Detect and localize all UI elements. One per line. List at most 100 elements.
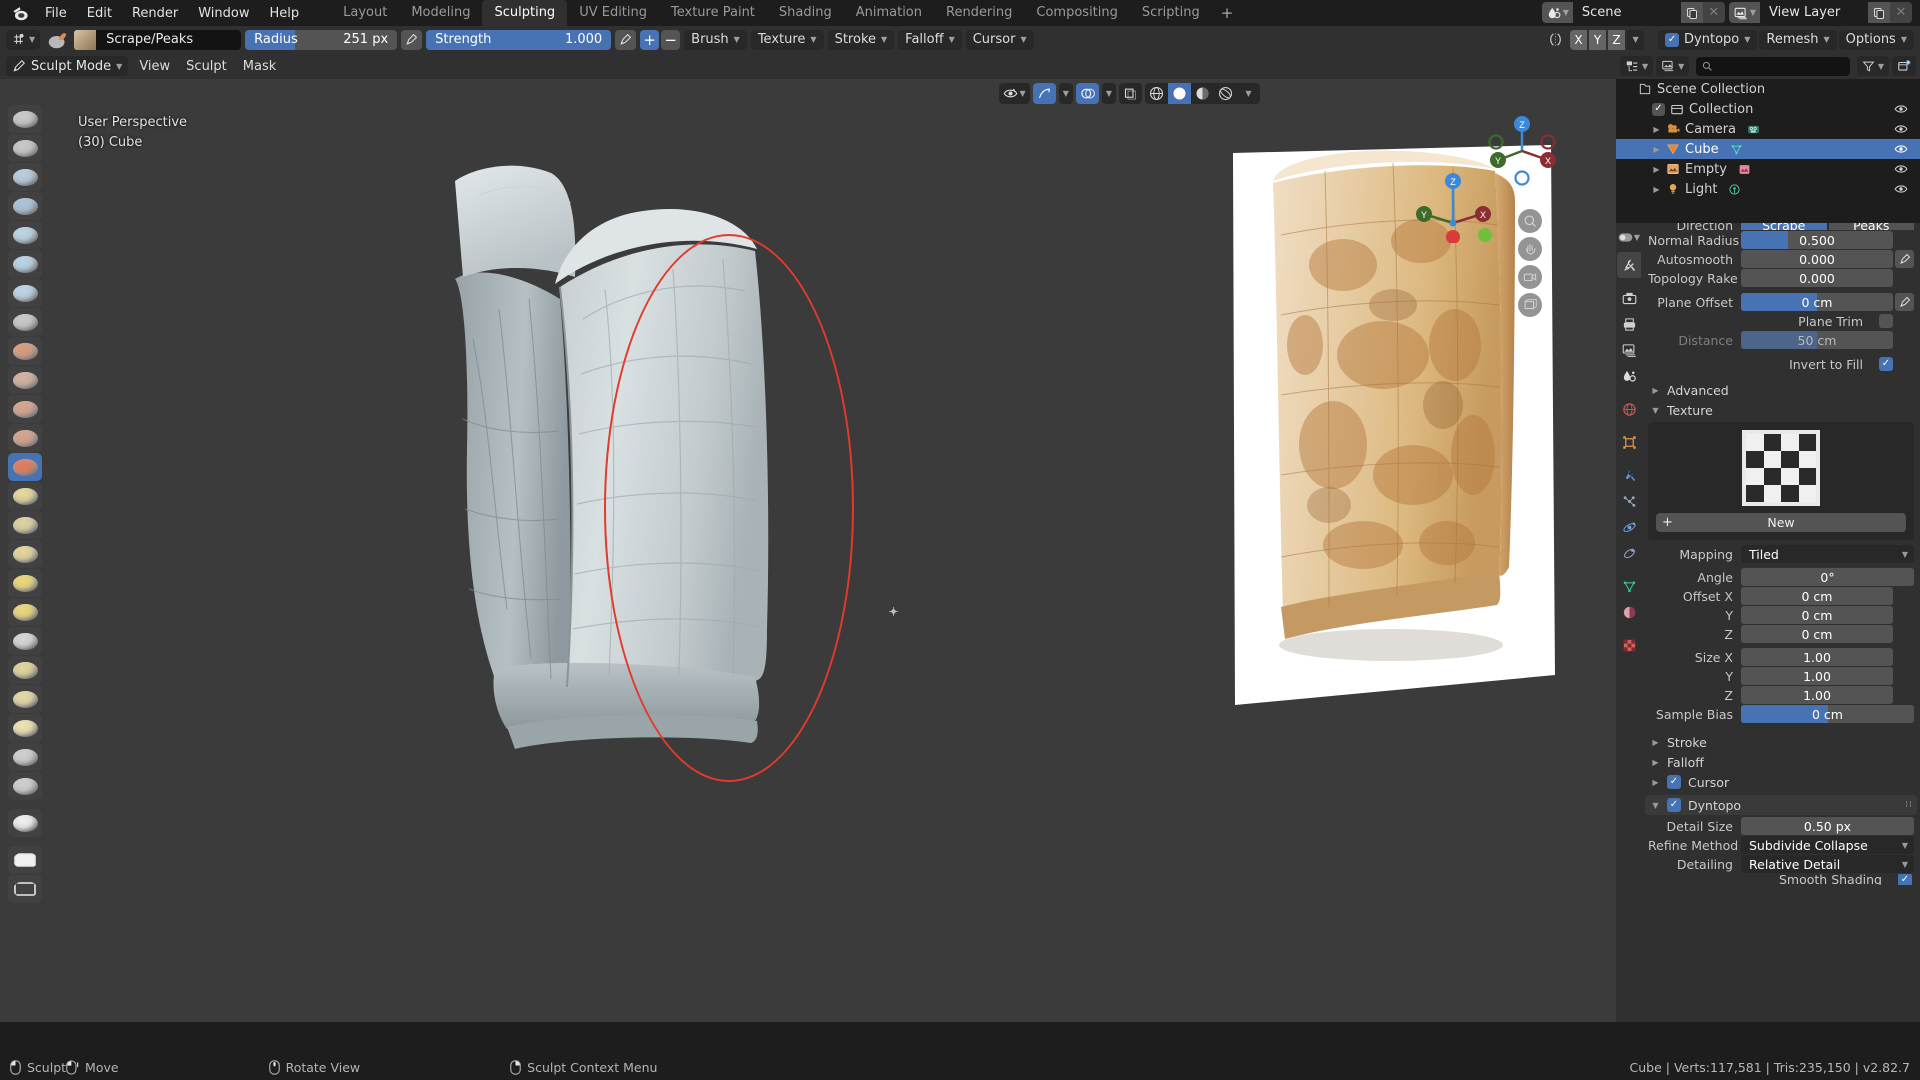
symmetry-axis-y[interactable]: Y (1589, 29, 1607, 50)
zoom-view-button[interactable] (1518, 209, 1542, 233)
cursor-panel-header[interactable]: ▶ ✓ Cursor (1648, 772, 1914, 792)
options-menu[interactable]: Options ▼ (1838, 29, 1914, 50)
modifier-properties-tab[interactable] (1617, 462, 1641, 488)
editor-type-icon[interactable]: ▼ (1617, 225, 1641, 249)
texture-offset-y-row[interactable]: Y 0 cm (1648, 606, 1914, 624)
scene-selector[interactable]: ▼ Scene ✕ (1541, 2, 1725, 23)
visibility-eye-icon[interactable] (1894, 162, 1908, 176)
physics-properties-tab[interactable] (1617, 514, 1641, 540)
world-properties-tab[interactable] (1617, 396, 1641, 422)
outliner-row-cube[interactable]: ▶ Cube (1616, 139, 1920, 159)
topology-rake-field[interactable]: 0.000 (1741, 269, 1893, 287)
workspace-tab-modeling[interactable]: Modeling (399, 0, 482, 26)
new-view-layer-button[interactable] (1868, 2, 1890, 23)
menu-render[interactable]: Render (122, 3, 188, 24)
plane-trim-row[interactable]: Plane Trim (1648, 312, 1914, 330)
object-types-visibility-icon[interactable]: ▼ (998, 83, 1030, 104)
workspace-tab-rendering[interactable]: Rendering (934, 0, 1024, 26)
xray-icon[interactable] (1119, 83, 1142, 104)
outliner-row-collection[interactable]: ✓ Collection (1616, 99, 1920, 119)
gizmo-chevron-down-icon[interactable]: ▼ (1058, 83, 1073, 104)
gizmo-icon[interactable] (1032, 83, 1056, 104)
camera-data-icon[interactable] (1747, 123, 1760, 136)
invert-to-fill-checkbox[interactable]: ✓ (1879, 357, 1893, 371)
topology-rake-row[interactable]: Topology Rake 0.000 (1648, 269, 1914, 287)
radius-slider[interactable]: Radius 251 px (245, 29, 398, 50)
menu-window[interactable]: Window (188, 3, 259, 24)
collection-exclude-checkbox[interactable]: ✓ (1652, 102, 1665, 116)
workspace-tab-compositing[interactable]: Compositing (1024, 0, 1130, 26)
tool-mask-brush[interactable] (8, 809, 42, 837)
direction-peaks-option[interactable]: Peaks (1828, 223, 1914, 230)
tool-nudge-brush[interactable] (8, 685, 42, 713)
brush-cursor-icon[interactable] (44, 29, 70, 50)
tool-fill-brush[interactable] (8, 424, 42, 452)
outliner-row-scene-collection[interactable]: Scene Collection (1616, 79, 1920, 99)
menu-cursor[interactable]: Cursor ▼ (965, 29, 1034, 50)
rendered-shading-button[interactable] (1214, 83, 1237, 104)
new-texture-button[interactable]: + New (1656, 513, 1906, 532)
sample-bias-field[interactable]: 0 cm (1741, 705, 1914, 723)
angle-row[interactable]: Angle 0° (1648, 568, 1914, 586)
overlays-chevron-down-icon[interactable]: ▼ (1101, 83, 1116, 104)
viewport-menu-sculpt[interactable]: Sculpt (178, 57, 235, 76)
transform-gizmo[interactable]: Z X Y (1413, 163, 1493, 243)
new-collection-icon[interactable] (1892, 56, 1916, 76)
scene-name[interactable]: Scene (1572, 2, 1681, 23)
dyntopo-checkbox[interactable]: ✓ (1665, 32, 1680, 47)
tool-clay-thumb-brush[interactable] (8, 221, 42, 249)
tool-simplify-brush[interactable] (8, 772, 42, 800)
viewport-menu-view[interactable]: View (131, 57, 178, 76)
shading-chevron-down-icon[interactable]: ▼ (1237, 83, 1260, 104)
detail-size-row[interactable]: Detail Size 0.50 px (1648, 817, 1914, 835)
detailing-row[interactable]: Detailing Relative Detail ▼ (1648, 855, 1914, 873)
sample-bias-row[interactable]: Sample Bias 0 cm (1648, 705, 1914, 723)
refine-method-dropdown[interactable]: Subdivide Collapse ▼ (1741, 836, 1914, 854)
tool-draw-brush[interactable] (8, 105, 42, 133)
symmetry-axis-x[interactable]: X (1570, 29, 1588, 50)
smooth-shading-row[interactable]: Smooth Shading ✓ (1648, 874, 1914, 885)
tool-grab-brush[interactable] (8, 540, 42, 568)
view-layer-name[interactable]: View Layer (1760, 2, 1868, 23)
texture-offset-z-field[interactable]: 0 cm (1741, 625, 1893, 643)
mesh-data-icon[interactable] (1730, 143, 1743, 156)
navigation-gizmo[interactable]: Z X Y (1485, 114, 1559, 188)
tool-slide-relax-brush[interactable] (8, 743, 42, 771)
snapping-icon[interactable]: ▼ (6, 29, 41, 50)
filter-icon[interactable]: ▼ (1856, 56, 1889, 76)
active-brush-selector[interactable]: Scrape/Peaks (74, 29, 242, 50)
toggle-orthographic-button[interactable] (1518, 293, 1542, 317)
tool-draw-sharp-brush[interactable] (8, 134, 42, 162)
tool-crease-brush[interactable] (8, 337, 42, 365)
material-preview-shading-button[interactable] (1191, 83, 1214, 104)
mapping-row[interactable]: Mapping Tiled ▼ (1648, 545, 1914, 563)
autosmooth-pressure-pen-icon[interactable] (1895, 250, 1914, 268)
tool-scrape-brush[interactable] (8, 453, 42, 481)
menu-stroke[interactable]: Stroke ▼ (827, 29, 895, 50)
texture-preview-box[interactable]: + New (1648, 422, 1914, 540)
symmetry-axis-z[interactable]: Z (1608, 29, 1626, 50)
menu-file[interactable]: File (35, 3, 77, 24)
autosmooth-field[interactable]: 0.000 (1741, 250, 1893, 268)
overlays-icon[interactable] (1075, 83, 1099, 104)
mapping-dropdown[interactable]: Tiled ▼ (1741, 545, 1914, 563)
expand-triangle-icon[interactable]: ▶ (1652, 145, 1661, 154)
tool-snake-hook-brush[interactable] (8, 598, 42, 626)
output-properties-tab[interactable] (1617, 311, 1641, 337)
advanced-panel-header[interactable]: ▶ Advanced (1648, 380, 1914, 400)
visibility-eye-icon[interactable] (1894, 122, 1908, 136)
material-properties-tab[interactable] (1617, 599, 1641, 625)
dyntopo-panel-header[interactable]: ▼ ✓ Dyntopo ⁞⁞ (1645, 795, 1917, 815)
cursor-checkbox[interactable]: ✓ (1667, 775, 1681, 789)
drag-handle-icon[interactable]: ⁞⁞ (1905, 800, 1913, 810)
texture-size-z-row[interactable]: Z 1.00 (1648, 686, 1914, 704)
tool-rotate-brush[interactable] (8, 714, 42, 742)
outliner-search-input[interactable] (1696, 56, 1850, 76)
reference-image-empty[interactable]: Z X Y (1233, 145, 1563, 765)
solid-shading-button[interactable] (1168, 83, 1191, 104)
mode-selector[interactable]: Sculpt Mode ▼ (6, 56, 129, 76)
tool-box-hide-tool[interactable] (8, 875, 42, 903)
view-layer-properties-tab[interactable] (1617, 337, 1641, 363)
empty-image-data-icon[interactable] (1738, 163, 1751, 176)
texture-panel-header[interactable]: ▼ Texture (1648, 400, 1914, 420)
